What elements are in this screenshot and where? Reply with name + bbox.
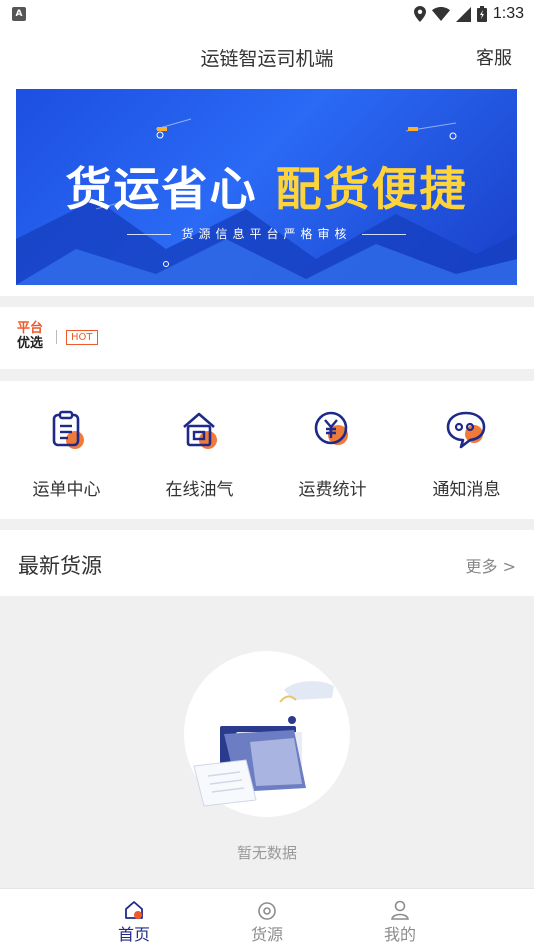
divider (56, 330, 57, 344)
headline-part-1: 货运省心 (65, 162, 258, 216)
bottom-tab-bar: 首页 货源 我的 (0, 888, 534, 950)
chat-bubble-icon (446, 411, 486, 449)
platform-hot-row[interactable]: 平台 优选 HOT (0, 307, 534, 369)
headline-part-2: 配货便捷 (275, 162, 468, 216)
menu-label: 运费统计 (298, 480, 367, 500)
tab-home[interactable]: 首页 (84, 889, 184, 950)
yuan-coin-icon (314, 411, 348, 445)
menu-item-notifications[interactable]: 通知消息 (400, 381, 533, 519)
menu-label: 在线油气 (165, 480, 234, 500)
battery-icon (476, 6, 487, 22)
banner-section: 货运省心 配货便捷 货源信息平台严格审核 (0, 84, 534, 296)
menu-item-fuel[interactable]: 在线油气 (133, 381, 266, 519)
empty-folder-icon (193, 681, 334, 807)
logo-line-1: 平台 (17, 321, 44, 336)
cargo-icon (258, 902, 276, 920)
location-icon (413, 6, 426, 22)
tab-label: 我的 (383, 925, 416, 944)
status-icons: 1:33 (413, 4, 524, 24)
gas-station-icon (183, 412, 217, 449)
clock: 1:33 (492, 5, 524, 22)
status-bar: A 1:33 (0, 0, 534, 28)
customer-service-button[interactable]: 客服 (476, 44, 512, 70)
platform-logo: 平台 优选 (17, 321, 51, 351)
empty-text: 暂无数据 (236, 844, 297, 862)
more-link[interactable]: 更多 > (466, 553, 517, 577)
banner-headline: 货运省心 配货便捷 (16, 153, 517, 219)
banner-subtitle: 货源信息平台严格审核 (16, 225, 517, 242)
quick-menu: 运单中心 在线油气 运费统计 通知消息 (0, 381, 534, 519)
user-icon (391, 900, 409, 920)
promo-banner[interactable]: 货运省心 配货便捷 货源信息平台严格审核 (16, 89, 517, 285)
menu-item-freight-stats[interactable]: 运费统计 (266, 381, 399, 519)
menu-item-waybill[interactable]: 运单中心 (0, 381, 133, 519)
wifi-icon (431, 7, 450, 21)
menu-label: 运单中心 (32, 480, 101, 500)
signal-icon (455, 6, 471, 22)
clipboard-icon (52, 410, 84, 449)
empty-state: 暂无数据 (0, 596, 534, 888)
menu-label: 通知消息 (432, 480, 501, 500)
home-icon (125, 901, 143, 919)
logo-line-2: 优选 (17, 336, 44, 351)
hot-badge: HOT (66, 330, 98, 345)
section-title: 最新货源 (18, 554, 102, 578)
tab-label: 首页 (117, 925, 150, 944)
tab-mine[interactable]: 我的 (350, 889, 450, 950)
notification-badge-icon: A (12, 7, 26, 21)
app-header: 运链智运司机端 客服 (0, 28, 534, 84)
tab-label: 货源 (250, 925, 283, 944)
tab-cargo[interactable]: 货源 (217, 889, 317, 950)
latest-cargo-header: 最新货源 更多 > (0, 530, 534, 596)
page-title: 运链智运司机端 (200, 48, 334, 70)
